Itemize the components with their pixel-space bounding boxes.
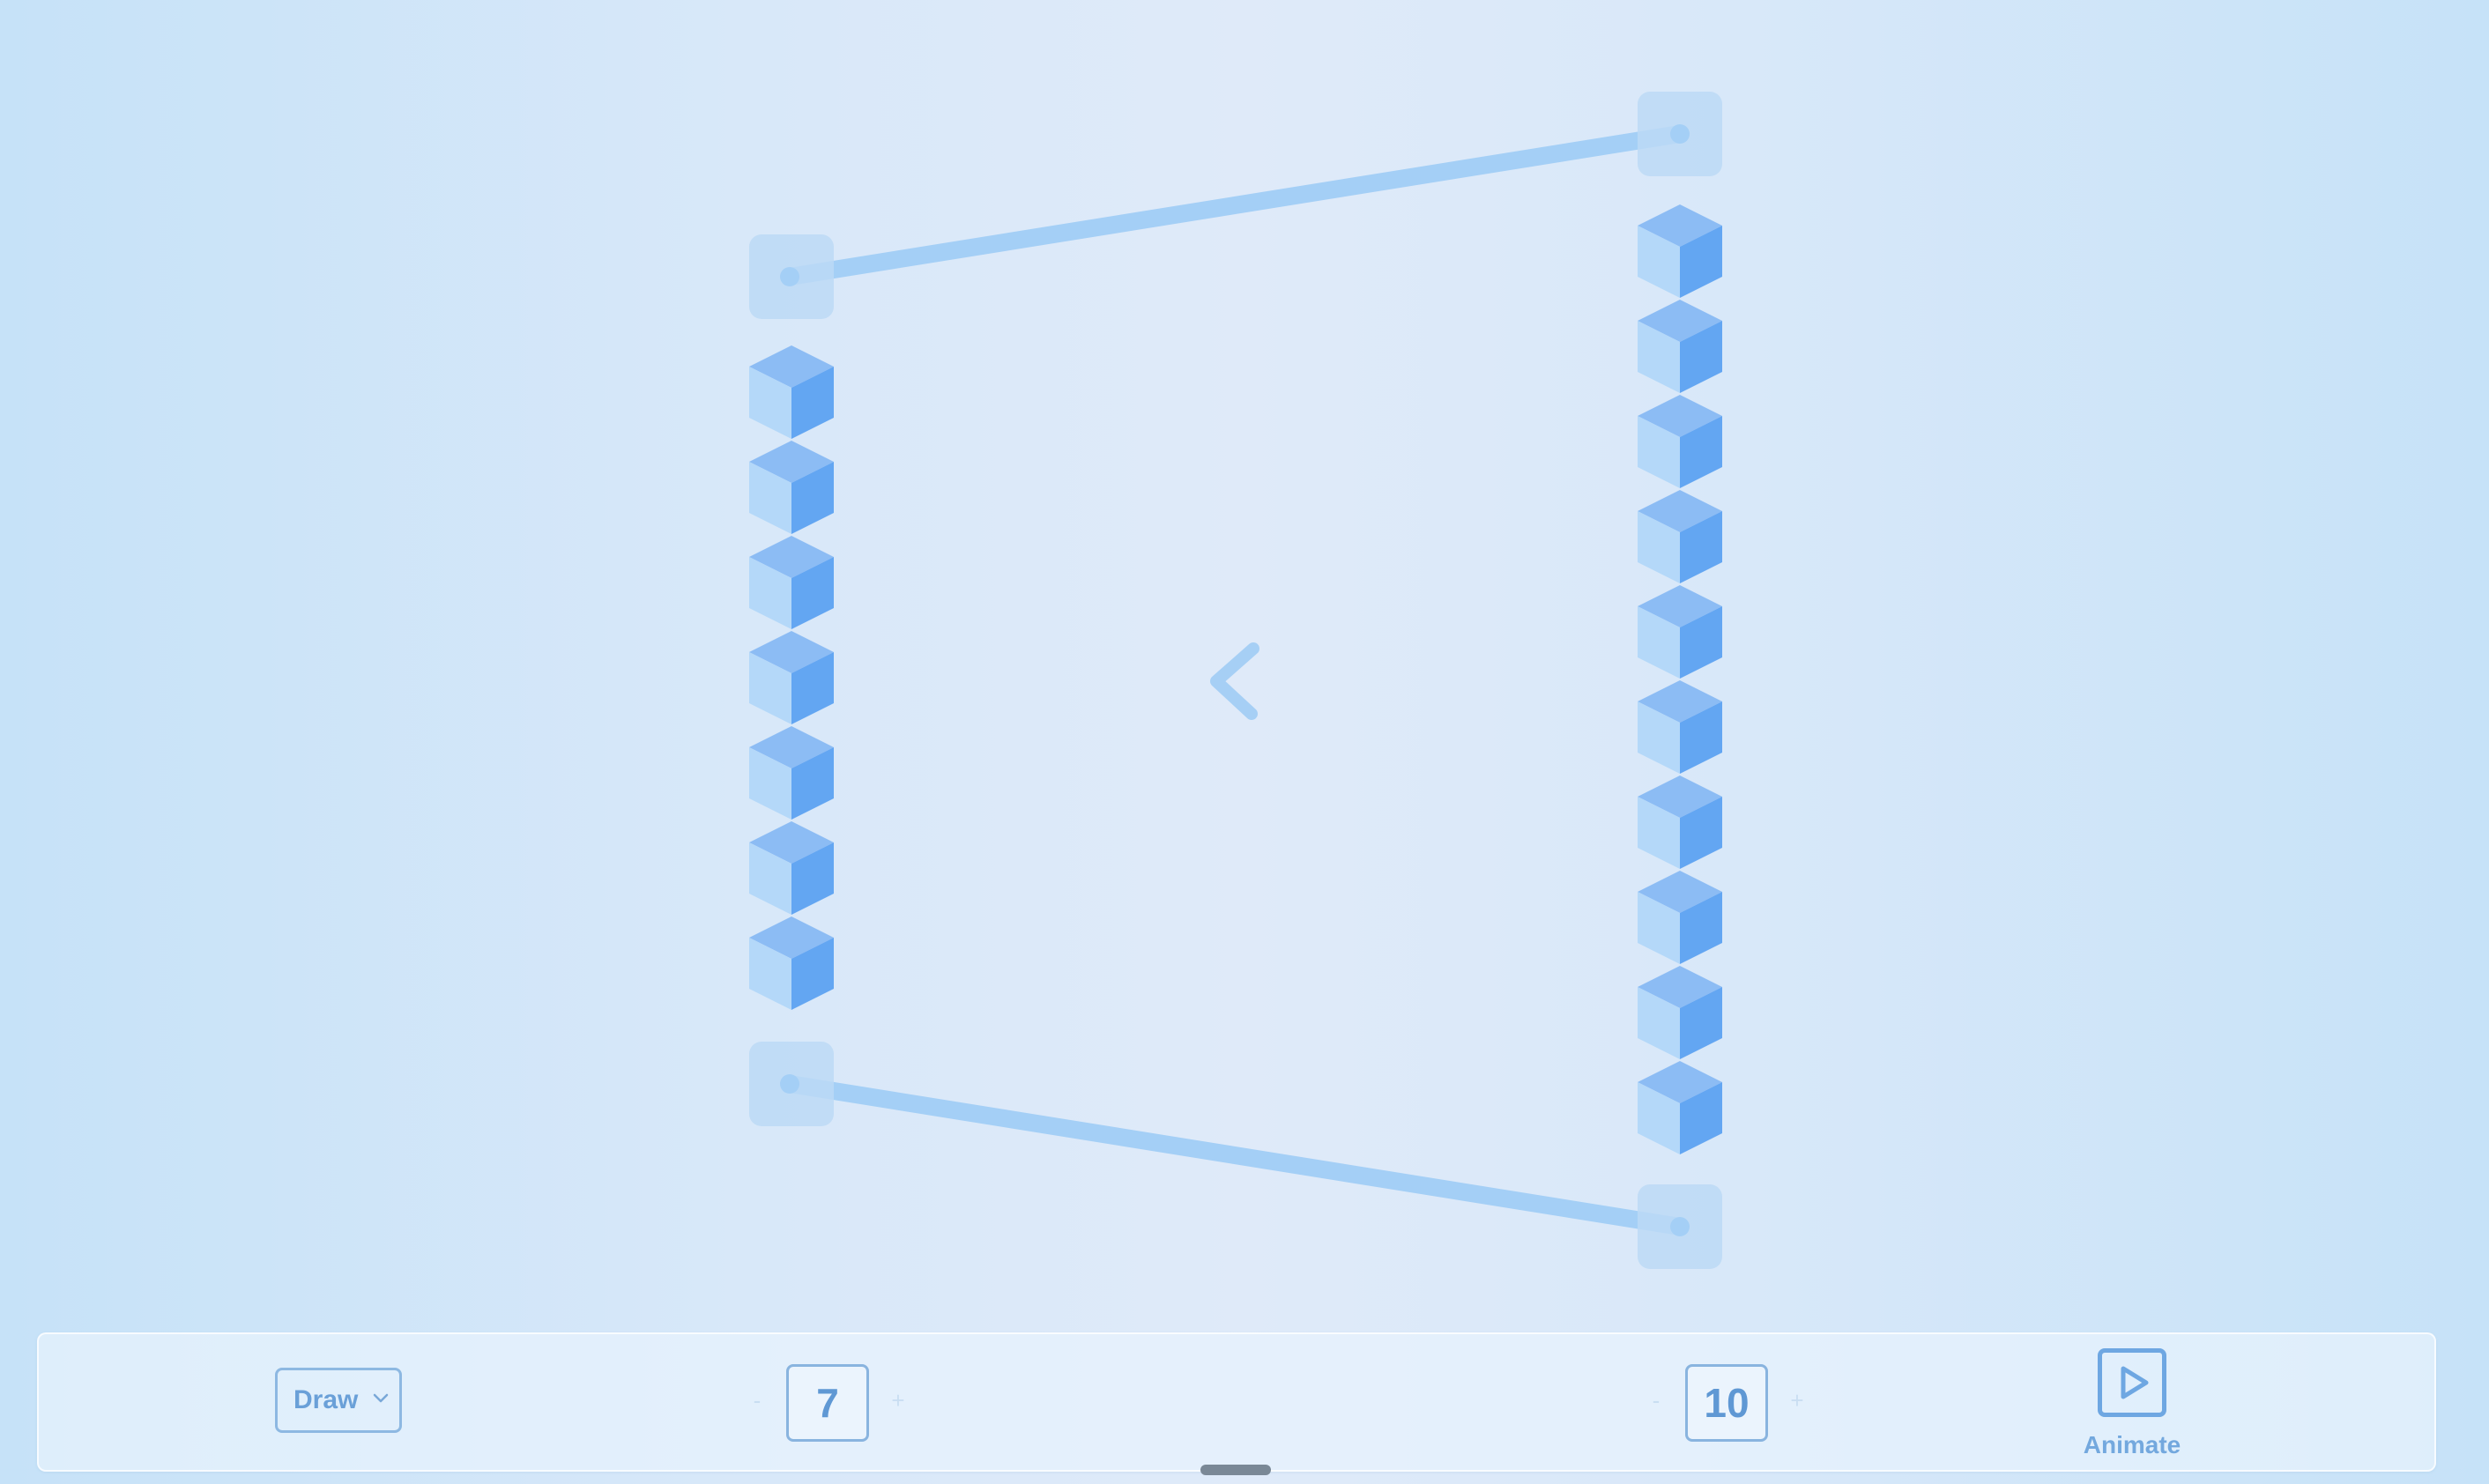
right-increment-button[interactable]: + bbox=[1784, 1387, 1810, 1414]
bottom-toolbar: Draw - 7 + - 10 + Animate bbox=[37, 1332, 2436, 1472]
left-increment-button[interactable]: + bbox=[885, 1387, 911, 1414]
cube bbox=[1638, 871, 1722, 964]
cube bbox=[1638, 1061, 1722, 1154]
cube bbox=[749, 441, 834, 534]
animate-label: Animate bbox=[2083, 1431, 2181, 1458]
cube bbox=[749, 345, 834, 439]
chevron-down-icon bbox=[373, 1393, 389, 1403]
cube bbox=[1638, 300, 1722, 393]
cube bbox=[1638, 490, 1722, 583]
home-indicator[interactable] bbox=[1200, 1465, 1271, 1475]
play-icon bbox=[2098, 1348, 2166, 1417]
cube bbox=[749, 726, 834, 820]
mode-select[interactable]: Draw bbox=[275, 1368, 402, 1433]
right-decrement-button[interactable]: - bbox=[1643, 1387, 1669, 1414]
cube bbox=[1638, 775, 1722, 869]
cube bbox=[1638, 395, 1722, 488]
cube bbox=[1638, 204, 1722, 298]
left-decrement-button[interactable]: - bbox=[744, 1387, 770, 1414]
left-stack-stepper: - 7 + bbox=[691, 1364, 964, 1443]
cube bbox=[749, 821, 834, 915]
mode-select-value: Draw bbox=[293, 1385, 359, 1414]
cube bbox=[1638, 585, 1722, 679]
cube bbox=[749, 631, 834, 724]
right-stack-stepper: - 10 + bbox=[1590, 1364, 1863, 1443]
cube bbox=[749, 536, 834, 629]
animate-button[interactable]: Animate bbox=[2066, 1348, 2198, 1459]
line-endpoints bbox=[780, 124, 1690, 1236]
right-stack-count[interactable]: 10 bbox=[1685, 1364, 1768, 1442]
cube bbox=[1638, 966, 1722, 1059]
cube bbox=[749, 916, 834, 1010]
cube bbox=[1638, 680, 1722, 774]
left-stack-count[interactable]: 7 bbox=[786, 1364, 869, 1442]
